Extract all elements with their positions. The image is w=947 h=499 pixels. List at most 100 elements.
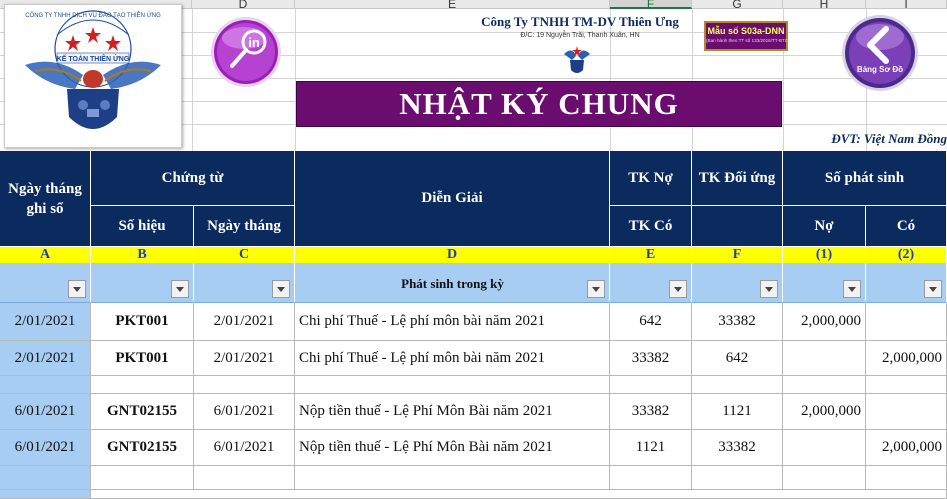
company-name: Công Ty TNHH TM-DV Thiên Ưng [481,14,679,29]
header-voucher-no: Số hiệu [91,206,194,247]
table-empty-row-date[interactable] [0,490,91,499]
header-debit: Nợ [783,206,866,247]
table-row-2-contra[interactable]: 642 [692,341,783,376]
filter-cell-d: Phát sinh trong kỳ [295,263,610,303]
table-row-1-voucher-date[interactable]: 2/01/2021 [194,303,295,341]
table-row-1-debit[interactable]: 2,000,000 [783,303,866,341]
col-letter-d: D [295,247,610,263]
emblem-icon [564,46,590,73]
col-letter-a: A [0,247,91,263]
table-row-4-contra[interactable]: 33382 [692,430,783,466]
table-empty-row[interactable] [194,466,295,490]
table-spacer-row[interactable] [194,376,295,394]
table-row-4-voucher-no[interactable]: GNT02155 [91,430,194,466]
table-spacer-row[interactable] [610,376,692,394]
table-empty-row[interactable] [91,490,947,499]
table-spacer-row-date[interactable] [0,376,91,394]
col-letter-f: F [692,247,783,263]
table-row-1-account[interactable]: 642 [610,303,692,341]
table-row-2-date[interactable]: 2/01/2021 [0,341,91,376]
col-letter-c: C [194,247,295,263]
page-title: NHẬT KÝ CHUNG [296,81,782,127]
table-row-4-description[interactable]: Nộp tiền thuế - Lệ Phí Môn Bài năm 2021 [295,430,610,466]
column-header-f[interactable]: F [610,0,692,10]
table-row-4-voucher-date[interactable]: 6/01/2021 [194,430,295,466]
logo-emblem-icon: CÔNG TY TNHH DỊCH VỤ ĐÀO TẠO THIÊN ỨNG K… [25,10,161,129]
filter-cell-a [0,263,91,303]
filter-dropdown-button[interactable] [760,280,778,298]
col-letter-2: (2) [866,247,947,263]
column-header-d[interactable]: D [192,0,295,10]
magnifier-icon: in [211,17,281,87]
table-row-4-account[interactable]: 1121 [610,430,692,466]
table-row-3-voucher-date[interactable]: 6/01/2021 [194,394,295,430]
table-spacer-row[interactable] [783,376,866,394]
table-row-1-contra[interactable]: 33382 [692,303,783,341]
table-row-2-credit[interactable]: 2,000,000 [866,341,947,376]
table-empty-row[interactable] [692,466,783,490]
table-empty-row[interactable] [295,466,610,490]
table-row-2-account[interactable]: 33382 [610,341,692,376]
header-voucher-date: Ngày tháng [194,206,295,247]
col-letter-e: E [610,247,692,263]
header-contra-account: TK Đối ứng [692,151,783,206]
table-row-2-voucher-no[interactable]: PKT001 [91,341,194,376]
table-row-2-voucher-date[interactable]: 2/01/2021 [194,341,295,376]
column-header-e[interactable]: E [295,0,610,10]
filter-dropdown-button[interactable] [843,280,861,298]
table-row-3-debit[interactable]: 2,000,000 [783,394,866,430]
table-row-4-credit[interactable]: 2,000,000 [866,430,947,466]
gridline [692,9,693,151]
filter-cell-2 [866,263,947,303]
table-row-2-description[interactable]: Chi phí Thuế - Lệ phí môn bài năm 2021 [295,341,610,376]
company-address: Đ/C: 19 Nguyễn Trãi, Thanh Xuân, HN [520,32,640,39]
table-row-2-debit[interactable] [783,341,866,376]
table-row-4-date[interactable]: 6/01/2021 [0,430,91,466]
table-row-3-voucher-no[interactable]: GNT02155 [91,394,194,430]
filter-row-label: Phát sinh trong kỳ [401,276,504,291]
table-spacer-row[interactable] [295,376,610,394]
table-row-1-date[interactable]: 2/01/2021 [0,303,91,341]
column-header-g[interactable]: G [692,0,783,10]
header-date: Ngày tháng ghi sổ [0,151,91,247]
filter-dropdown-button[interactable] [924,280,942,298]
header-description: Diễn Giải [295,151,610,247]
header-debit-account: TK Nợ [610,151,692,206]
svg-text:in: in [248,35,260,50]
table-row-4-debit[interactable] [783,430,866,466]
back-arrow-icon [842,15,918,91]
table-row-3-contra[interactable]: 1121 [692,394,783,430]
filter-dropdown-button[interactable] [587,280,605,298]
filter-dropdown-button[interactable] [669,280,687,298]
table-row-1-description[interactable]: Chi phí Thuế - Lệ phí môn bài năm 2021 [295,303,610,341]
currency-unit: ĐVT: Việt Nam Đồng [831,131,947,146]
column-header-i[interactable]: I [866,0,947,10]
table-empty-row[interactable] [91,466,194,490]
table-empty-row[interactable] [610,466,692,490]
back-to-diagram-button[interactable]: Bảng Sơ Đồ [840,13,920,93]
table-empty-row[interactable] [866,466,947,490]
table-row-3-account[interactable]: 33382 [610,394,692,430]
col-letter-b: B [91,247,194,263]
search-records-button[interactable]: in [204,16,288,90]
table-row-1-voucher-no[interactable]: PKT001 [91,303,194,341]
column-header-h[interactable]: H [783,0,866,10]
col-letter-1: (1) [783,247,866,263]
table-row-3-credit[interactable] [866,394,947,430]
filter-dropdown-button[interactable] [171,280,189,298]
table-row-3-date[interactable]: 6/01/2021 [0,394,91,430]
table-row-3-description[interactable]: Nộp tiền thuế - Lệ Phí Môn Bài năm 2021 [295,394,610,430]
form-code-badge: Mẫu số S03a-DNN (Ban hành theo TT số 133… [704,21,790,51]
filter-dropdown-button[interactable] [68,280,86,298]
table-empty-row[interactable] [783,466,866,490]
header-credit: Có [866,206,947,247]
table-empty-row-date[interactable] [0,466,91,490]
table-spacer-row[interactable] [866,376,947,394]
filter-dropdown-button[interactable] [272,280,290,298]
form-note: (Ban hành theo TT số 133/2016/TT-BTC) [706,38,790,43]
table-spacer-row[interactable] [692,376,783,394]
back-to-diagram-label: Bảng Sơ Đồ [856,65,904,74]
table-spacer-row[interactable] [91,376,194,394]
table-row-1-credit[interactable] [866,303,947,341]
company-small-emblem [562,42,592,76]
